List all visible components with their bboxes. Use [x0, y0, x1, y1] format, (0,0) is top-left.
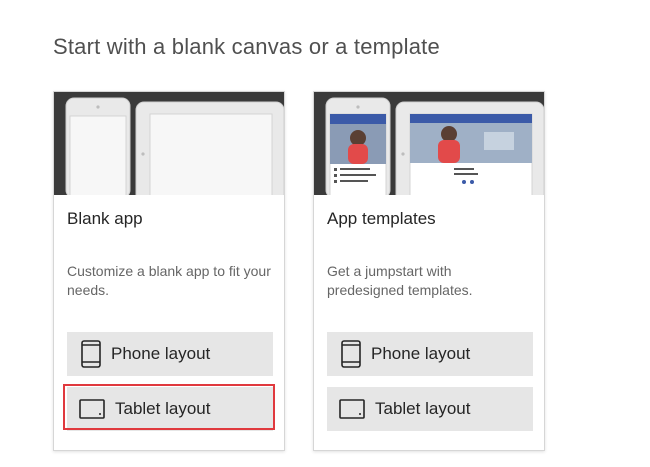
phone-icon: [341, 340, 361, 368]
app-templates-preview: [314, 92, 544, 195]
phone-icon: [81, 340, 101, 368]
page-heading: Start with a blank canvas or a template: [53, 34, 440, 59]
tablet-layout-label: Tablet layout: [375, 399, 471, 418]
app-templates-description: Get a jumpstart with predesigned templat…: [327, 263, 473, 298]
phone-layout-label: Phone layout: [111, 344, 211, 363]
tablet-icon: [79, 399, 105, 419]
tablet-icon: [339, 399, 365, 419]
app-templates-title: App templates: [327, 209, 436, 228]
tablet-layout-label: Tablet layout: [115, 399, 211, 418]
phone-layout-label: Phone layout: [371, 344, 471, 363]
templates-tablet-layout-button[interactable]: Tablet layout: [327, 387, 533, 431]
app-templates-card[interactable]: App templates Get a jumpstart with prede…: [313, 91, 545, 451]
blank-device-mockups: [65, 97, 284, 195]
blank-app-phone-layout-button[interactable]: Phone layout: [67, 332, 273, 376]
templates-phone-layout-button[interactable]: Phone layout: [327, 332, 533, 376]
blank-app-title: Blank app: [67, 209, 143, 228]
blank-app-preview: [54, 92, 284, 195]
blank-app-card[interactable]: Blank app Customize a blank app to fit y…: [53, 91, 285, 451]
blank-app-description: Customize a blank app to fit your needs.: [67, 263, 271, 298]
template-device-mockups: [325, 97, 544, 195]
blank-app-tablet-layout-button[interactable]: Tablet layout: [67, 387, 273, 431]
